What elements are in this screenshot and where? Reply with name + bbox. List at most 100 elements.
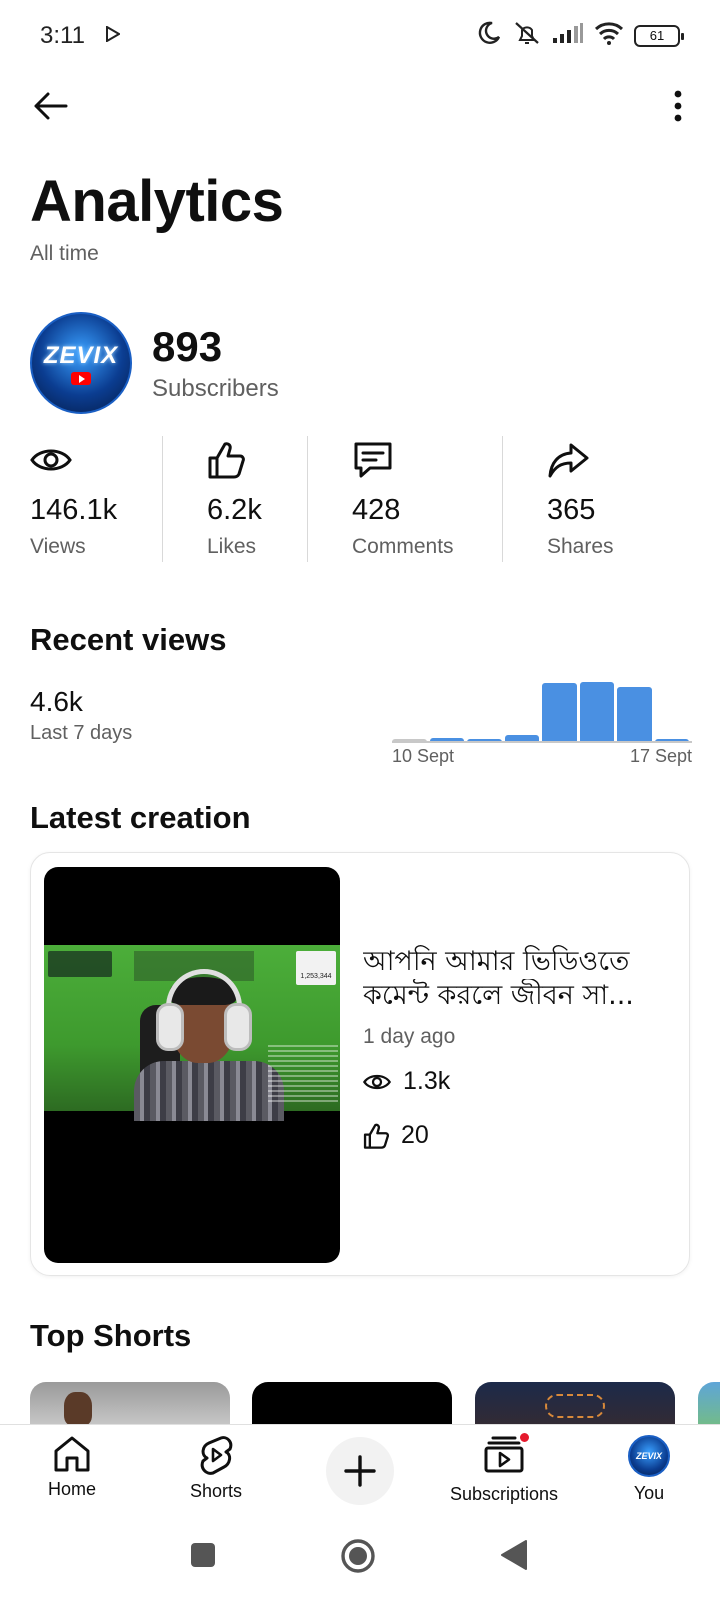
- top-shorts-strip: [30, 1382, 720, 1426]
- avatar-logo-text: ZEVIX: [635, 1451, 662, 1461]
- nav-label: Shorts: [189, 1481, 243, 1501]
- headphone-right: [224, 1003, 252, 1051]
- notification-dot: [518, 1431, 531, 1444]
- you-avatar: ZEVIX: [628, 1435, 670, 1477]
- avatar-logo-text: ZEVIX: [43, 341, 119, 369]
- subscriber-label: Subscribers: [152, 375, 279, 402]
- top-shorts-title: Top Shorts: [30, 1318, 192, 1353]
- chart-end-label: 17 Sept: [629, 746, 692, 766]
- nav-you[interactable]: ZEVIX You: [626, 1435, 672, 1504]
- bottom-navigation: Home Shorts Subscriptions ZEVIX You: [0, 1424, 720, 1524]
- thumbnail-tag: [48, 951, 112, 977]
- play-store-icon: [106, 25, 121, 47]
- home-icon: [54, 1436, 90, 1472]
- chart-bar: [542, 683, 577, 742]
- stat-label: Likes: [207, 535, 257, 558]
- battery-indicator: 61: [634, 24, 684, 47]
- status-bar: 3:11 61: [0, 0, 720, 70]
- stat-label: Comments: [352, 535, 454, 558]
- more-options-button[interactable]: [666, 84, 690, 128]
- video-views-value: 1.3k: [403, 1067, 451, 1095]
- short-thumbnail[interactable]: [30, 1382, 230, 1426]
- youtube-logo-icon: [71, 371, 91, 385]
- signal-icon: [552, 22, 584, 49]
- thumbnail-scene: 1,253,344: [44, 945, 340, 1121]
- chart-bar: [579, 682, 614, 742]
- channel-avatar[interactable]: ZEVIX: [30, 312, 132, 414]
- nav-label: Subscriptions: [449, 1484, 559, 1504]
- video-title[interactable]: আপনি আমার ভিডিওতে কমেন্ট করলে জীবন সা...: [363, 945, 663, 1013]
- nav-label: You: [633, 1483, 665, 1503]
- recent-views-title: Recent views: [30, 622, 227, 657]
- eye-icon: [363, 1074, 391, 1089]
- video-thumbnail[interactable]: 1,253,344: [44, 867, 340, 1263]
- stat-value: 365: [547, 494, 596, 526]
- stat-value: 146.1k: [30, 494, 118, 526]
- thumbnail-badge: 1,253,344: [296, 951, 336, 985]
- thumbs-up-icon: [363, 1123, 389, 1149]
- stat-value: 428: [352, 494, 401, 526]
- mute-icon: [512, 20, 542, 51]
- status-icons: 61: [476, 20, 684, 51]
- arrow-left-icon: [34, 92, 68, 120]
- home-system-button[interactable]: [340, 1538, 376, 1579]
- short-thumbnail[interactable]: [475, 1382, 675, 1426]
- system-navigation: [0, 1524, 720, 1600]
- thumbnail-comments-overlay: [268, 1045, 338, 1105]
- recents-button[interactable]: [190, 1542, 216, 1573]
- subscriptions-icon-wrap: [483, 1431, 531, 1478]
- square-icon: [191, 1543, 215, 1567]
- short-thumbnail[interactable]: [698, 1382, 720, 1426]
- status-time: 3:11: [40, 22, 85, 49]
- recent-views-period: Last 7 days: [30, 722, 133, 744]
- nav-subscriptions[interactable]: Subscriptions: [446, 1431, 562, 1505]
- video-title-line: কমেন্ট করলে জীবন সা...: [363, 980, 634, 1011]
- wifi-icon: [594, 21, 624, 50]
- recent-views-chart[interactable]: 10 Sept 17 Sept: [392, 676, 692, 766]
- short-thumbnail[interactable]: [252, 1382, 452, 1426]
- plus-icon: [344, 1455, 376, 1487]
- nav-shorts[interactable]: Shorts: [184, 1435, 248, 1502]
- video-views: 1.3k: [363, 1067, 450, 1096]
- stat-likes[interactable]: 6.2k Likes: [163, 436, 307, 562]
- eye-icon: [30, 449, 72, 471]
- stat-views[interactable]: 146.1k Views: [30, 436, 162, 562]
- video-age: 1 day ago: [363, 1025, 456, 1048]
- share-icon: [548, 443, 589, 478]
- nav-home[interactable]: Home: [44, 1435, 100, 1500]
- more-vertical-icon: [674, 90, 682, 122]
- chart-axis: [392, 741, 692, 743]
- chart-bars: [392, 676, 692, 742]
- thumbs-up-icon: [208, 442, 245, 479]
- stat-comments[interactable]: 428 Comments: [308, 436, 502, 562]
- video-title-line: আপনি আমার ভিডিওতে: [363, 946, 630, 977]
- top-app-bar: [0, 78, 720, 134]
- video-likes-value: 20: [401, 1121, 429, 1149]
- page-title: Analytics: [30, 169, 284, 234]
- nav-label: Home: [47, 1479, 96, 1499]
- moon-icon: [476, 20, 502, 51]
- period-label[interactable]: All time: [30, 242, 99, 266]
- back-system-button[interactable]: [500, 1539, 528, 1576]
- person-body: [134, 1061, 284, 1121]
- latest-video-card[interactable]: 1,253,344 আপনি আমার ভিডিওতে কমেন্ট করলে …: [30, 852, 690, 1276]
- stat-shares[interactable]: 365 Shares: [503, 436, 683, 562]
- comment-icon: [354, 442, 392, 478]
- recent-views-value: 4.6k: [30, 686, 83, 717]
- stat-label: Views: [30, 535, 86, 558]
- subscriber-count: 893: [152, 323, 223, 370]
- video-likes: 20: [363, 1121, 429, 1150]
- back-button[interactable]: [28, 84, 72, 128]
- channel-summary: ZEVIX 893 Subscribers: [30, 312, 279, 414]
- chart-start-label: 10 Sept: [392, 746, 455, 766]
- triangle-back-icon: [501, 1540, 527, 1570]
- create-button[interactable]: [326, 1437, 394, 1505]
- stats-row: 146.1k Views 6.2k Likes 428 Comments 365…: [30, 436, 690, 562]
- headphone-left: [156, 1003, 184, 1051]
- chart-bar: [617, 686, 652, 742]
- circle-icon: [341, 1539, 375, 1573]
- latest-creation-title: Latest creation: [30, 800, 251, 835]
- stat-value: 6.2k: [207, 494, 262, 526]
- shorts-icon: [200, 1436, 233, 1475]
- stat-label: Shares: [547, 535, 614, 558]
